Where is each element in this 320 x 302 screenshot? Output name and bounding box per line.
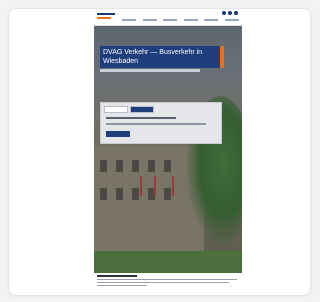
menu-icon[interactable] (234, 11, 238, 15)
dialog-accept-button[interactable] (106, 131, 130, 137)
dialog-body-line (106, 123, 206, 125)
building-window (132, 160, 139, 172)
lawn-image (94, 251, 242, 273)
building-window (100, 188, 107, 200)
nav-item[interactable] (122, 19, 136, 21)
intro-text-line (97, 282, 229, 283)
preview-card: DVAG Verkehr — Busverkehr in Wiesbaden (8, 8, 311, 296)
red-banner (154, 176, 156, 196)
search-icon[interactable] (222, 11, 226, 15)
nav-item[interactable] (224, 19, 239, 21)
nav-item[interactable] (183, 19, 198, 21)
building-window (116, 188, 123, 200)
red-banner (172, 176, 174, 196)
dialog-heading-line (106, 117, 176, 119)
site-header (94, 9, 242, 26)
building-window (164, 188, 171, 200)
intro-heading-line (97, 275, 137, 277)
logo-accent-bar (97, 17, 111, 19)
site-logo[interactable] (97, 11, 121, 22)
building-window (116, 160, 123, 172)
user-icon[interactable] (228, 11, 232, 15)
red-banner (140, 176, 142, 196)
intro-section (97, 275, 239, 288)
building-window (100, 160, 107, 172)
dialog-tabs (104, 106, 154, 113)
dialog-tab-active[interactable] (130, 106, 154, 113)
intro-text-line (97, 285, 147, 286)
consent-dialog (100, 102, 222, 144)
intro-text-line (97, 279, 237, 280)
nav-item[interactable] (142, 19, 157, 21)
building-window (132, 188, 139, 200)
website-screenshot[interactable]: DVAG Verkehr — Busverkehr in Wiesbaden (94, 9, 242, 295)
hero-subtitle-strip (100, 69, 200, 72)
main-navigation (122, 19, 239, 23)
building-window (164, 160, 171, 172)
dialog-tab[interactable] (104, 106, 128, 113)
nav-item[interactable] (204, 19, 219, 21)
building-window (148, 160, 155, 172)
hero-section: DVAG Verkehr — Busverkehr in Wiesbaden (94, 26, 242, 273)
hero-title: DVAG Verkehr — Busverkehr in Wiesbaden (100, 46, 224, 68)
header-icons (222, 11, 238, 16)
nav-item[interactable] (163, 19, 178, 21)
logo-bar (97, 13, 115, 15)
